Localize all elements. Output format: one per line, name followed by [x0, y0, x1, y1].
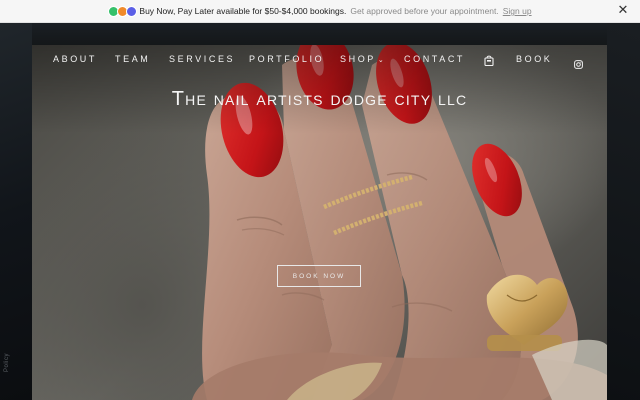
policy-side-text[interactable]: Policy [4, 353, 10, 372]
nav-about[interactable]: ABOUT [53, 54, 97, 64]
background-left [0, 23, 32, 400]
close-icon[interactable]: ✕ [616, 3, 630, 17]
signup-link[interactable]: Sign up [503, 6, 532, 16]
chevron-down-icon: ⌄ [377, 57, 384, 64]
site-title: The nail artists dodge city llc [171, 88, 468, 110]
announcement-subtext: Get approved before your appointment. [350, 6, 499, 16]
background-top [0, 23, 640, 45]
payment-logos-icon [108, 5, 138, 17]
nav-team[interactable]: TEAM [115, 54, 150, 64]
nav-contact[interactable]: CONTACT [404, 54, 465, 64]
book-now-button[interactable]: BOOK NOW [277, 265, 361, 287]
nav-shop-label: SHOP [340, 54, 376, 64]
nav-book[interactable]: BOOK [516, 54, 552, 64]
announcement-bar: Buy Now, Pay Later available for $50-$4,… [0, 0, 640, 23]
nav-services[interactable]: SERVICES [169, 54, 235, 64]
main-nav: ABOUT TEAM SERVICES PORTFOLIO SHOP ⌄ CONT… [32, 50, 607, 70]
nav-shop[interactable]: SHOP ⌄ [340, 54, 384, 64]
nav-portfolio[interactable]: PORTFOLIO [249, 54, 324, 64]
shopping-bag-icon[interactable] [484, 53, 494, 67]
announcement-text: Buy Now, Pay Later available for $50-$4,… [139, 6, 347, 16]
background-right [607, 23, 640, 400]
instagram-icon[interactable] [574, 56, 583, 69]
